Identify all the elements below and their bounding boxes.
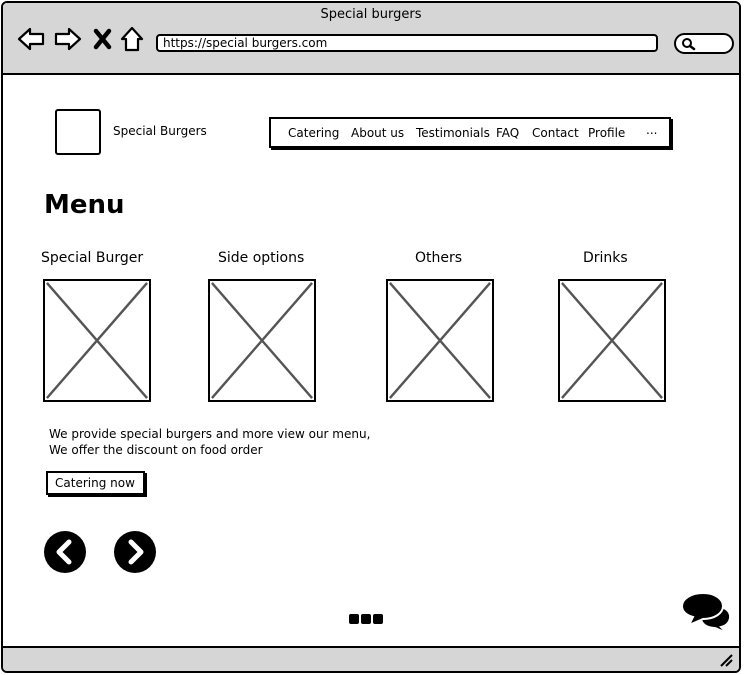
category-label: Drinks	[583, 250, 628, 266]
home-icon[interactable]	[119, 25, 147, 53]
top-navigation: Catering About us Testimonials FAQ Conta…	[269, 117, 671, 148]
window-title: Special burgers	[320, 7, 422, 22]
chevron-right-icon	[128, 539, 144, 565]
close-x-icon[interactable]	[92, 25, 120, 53]
category-label: Others	[415, 250, 463, 266]
resize-grip-icon[interactable]	[719, 653, 733, 667]
image-placeholder-others[interactable]	[386, 279, 494, 402]
nav-testimonials[interactable]: Testimonials	[416, 126, 490, 140]
forward-arrow-icon[interactable]	[54, 25, 82, 53]
url-field[interactable]: https://special burgers.com	[156, 34, 658, 52]
nav-catering[interactable]: Catering	[288, 126, 339, 140]
category-label: Special Burger	[41, 250, 144, 266]
pagination-dots	[349, 609, 385, 628]
page-dot[interactable]	[349, 614, 359, 624]
back-arrow-icon[interactable]	[17, 25, 45, 53]
page-dot[interactable]	[373, 614, 383, 624]
nav-more[interactable]: ...	[646, 123, 657, 137]
page-title: Menu	[44, 190, 125, 220]
catering-now-button[interactable]: Catering now	[46, 471, 145, 495]
browser-toolbar: Special burgers https://special burgers.…	[3, 3, 739, 75]
nav-about-us[interactable]: About us	[351, 126, 404, 140]
nav-contact[interactable]: Contact	[532, 126, 579, 140]
status-bar	[3, 646, 739, 671]
image-placeholder-side-options[interactable]	[208, 279, 316, 402]
image-placeholder-special-burger[interactable]	[43, 279, 151, 402]
brand-name: Special Burgers	[113, 124, 207, 138]
category-label: Side options	[218, 250, 305, 266]
browser-window: Special burgers https://special burgers.…	[1, 1, 741, 673]
chevron-left-icon	[56, 539, 72, 565]
chat-bubbles-icon[interactable]	[680, 591, 733, 635]
nav-profile[interactable]: Profile	[588, 126, 625, 140]
page-dot[interactable]	[361, 614, 371, 624]
search-icon	[682, 38, 696, 51]
next-button[interactable]	[114, 531, 156, 573]
previous-button[interactable]	[44, 531, 86, 573]
description-line-2: We offer the discount on food order	[49, 443, 263, 457]
description-line-1: We provide special burgers and more view…	[49, 427, 371, 441]
nav-faq[interactable]: FAQ	[496, 126, 519, 140]
logo-placeholder	[55, 109, 101, 155]
search-field[interactable]	[674, 33, 734, 54]
image-placeholder-drinks[interactable]	[558, 279, 666, 402]
